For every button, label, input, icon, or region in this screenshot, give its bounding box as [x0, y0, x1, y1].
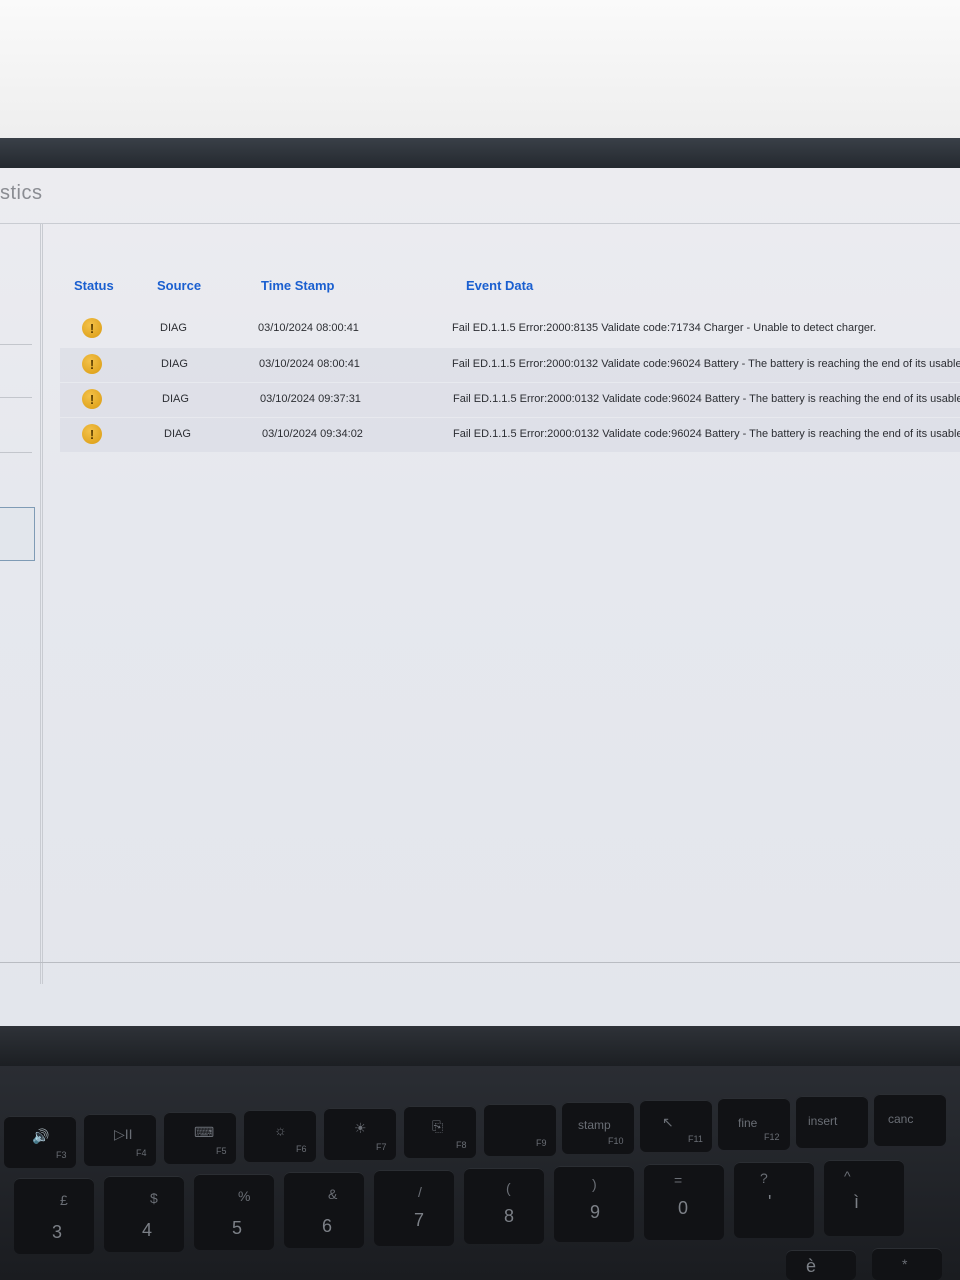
key-6[interactable]: & 6 — [284, 1172, 364, 1248]
column-header-status[interactable]: Status — [74, 278, 114, 293]
event-data-cell: Fail ED.1.1.5 Error:2000:0132 Validate c… — [453, 428, 960, 440]
key-f6[interactable]: ☼ F6 — [244, 1110, 316, 1162]
brightness-down-icon: ☼ — [274, 1122, 287, 1138]
column-header-event-data[interactable]: Event Data — [466, 278, 533, 293]
key-8[interactable]: ( 8 — [464, 1168, 544, 1244]
arrow-up-left-icon: ↖ — [662, 1114, 674, 1130]
keyboard: 🔊 F3 ▷II F4 ⌨ F5 ☼ F6 ☀ F7 ⎘ F8 F9 stamp… — [0, 1066, 960, 1280]
laptop-screen: stics Status Source Time Stamp Event Dat… — [0, 168, 960, 1028]
table-row[interactable]: ! DIAG 03/10/2024 09:37:31 Fail ED.1.1.5… — [60, 383, 960, 417]
warning-icon: ! — [82, 318, 102, 338]
time-stamp-cell: 03/10/2024 09:34:02 — [262, 428, 363, 440]
event-data-cell: Fail ED.1.1.5 Error:2000:0132 Validate c… — [453, 393, 960, 405]
key-f5[interactable]: ⌨ F5 — [164, 1112, 236, 1164]
time-stamp-cell: 03/10/2024 08:00:41 — [258, 322, 359, 334]
key-0[interactable]: = 0 — [644, 1164, 724, 1240]
key-f4[interactable]: ▷II F4 — [84, 1114, 156, 1166]
column-header-time-stamp[interactable]: Time Stamp — [261, 278, 334, 293]
warning-icon: ! — [82, 424, 102, 444]
laptop-bottom-bezel — [0, 1026, 960, 1066]
event-data-cell: Fail ED.1.1.5 Error:2000:0132 Validate c… — [452, 358, 960, 370]
key-3[interactable]: £ 3 — [14, 1178, 94, 1254]
key-star[interactable]: * — [872, 1248, 942, 1280]
table-row[interactable]: ! DIAG 03/10/2024 08:00:41 Fail ED.1.1.5… — [60, 348, 960, 382]
key-e-grave[interactable]: è — [786, 1250, 856, 1280]
key-7[interactable]: / 7 — [374, 1170, 454, 1246]
sidebar-divider — [0, 452, 32, 453]
sidebar — [0, 224, 41, 984]
key-f8[interactable]: ⎘ F8 — [404, 1106, 476, 1158]
display-switch-icon: ⎘ — [432, 1118, 444, 1134]
warning-icon: ! — [82, 354, 102, 374]
key-5[interactable]: % 5 — [194, 1174, 274, 1250]
source-cell: DIAG — [160, 322, 187, 334]
sidebar-item-selected[interactable] — [0, 507, 35, 561]
sidebar-divider — [0, 397, 32, 398]
table-row[interactable]: ! DIAG 03/10/2024 09:34:02 Fail ED.1.1.5… — [60, 418, 960, 452]
source-cell: DIAG — [164, 428, 191, 440]
column-header-source[interactable]: Source — [157, 278, 201, 293]
key-4[interactable]: $ 4 — [104, 1176, 184, 1252]
key-f7[interactable]: ☀ F7 — [324, 1108, 396, 1160]
key-apostrophe[interactable]: ? ' — [734, 1162, 814, 1238]
key-f12[interactable]: fine F12 — [718, 1098, 790, 1150]
key-i-grave[interactable]: ^ ì — [824, 1160, 904, 1236]
laptop-top-bezel — [0, 138, 960, 170]
sidebar-divider — [0, 344, 32, 345]
panel-bottom-divider — [0, 962, 960, 963]
key-f9[interactable]: F9 — [484, 1104, 556, 1156]
time-stamp-cell: 03/10/2024 09:37:31 — [260, 393, 361, 405]
key-9[interactable]: ) 9 — [554, 1166, 634, 1242]
key-insert[interactable]: insert — [796, 1096, 868, 1148]
event-data-cell: Fail ED.1.1.5 Error:2000:8135 Validate c… — [452, 322, 877, 334]
warning-icon: ! — [82, 389, 102, 409]
key-f3[interactable]: 🔊 F3 — [4, 1116, 76, 1168]
keyboard-backlight-icon: ⌨ — [194, 1124, 215, 1140]
time-stamp-cell: 03/10/2024 08:00:41 — [259, 358, 360, 370]
key-f11[interactable]: ↖ F11 — [640, 1100, 712, 1152]
brightness-up-icon: ☀ — [354, 1120, 367, 1136]
background-wall — [0, 0, 960, 142]
page-title: stics — [0, 182, 43, 204]
volume-icon: 🔊 — [32, 1128, 50, 1144]
key-canc[interactable]: canc — [874, 1094, 946, 1146]
play-pause-icon: ▷II — [114, 1126, 133, 1142]
source-cell: DIAG — [161, 358, 188, 370]
table-row[interactable]: ! DIAG 03/10/2024 08:00:41 Fail ED.1.1.5… — [60, 312, 960, 346]
key-f10[interactable]: stamp F10 — [562, 1102, 634, 1154]
source-cell: DIAG — [162, 393, 189, 405]
